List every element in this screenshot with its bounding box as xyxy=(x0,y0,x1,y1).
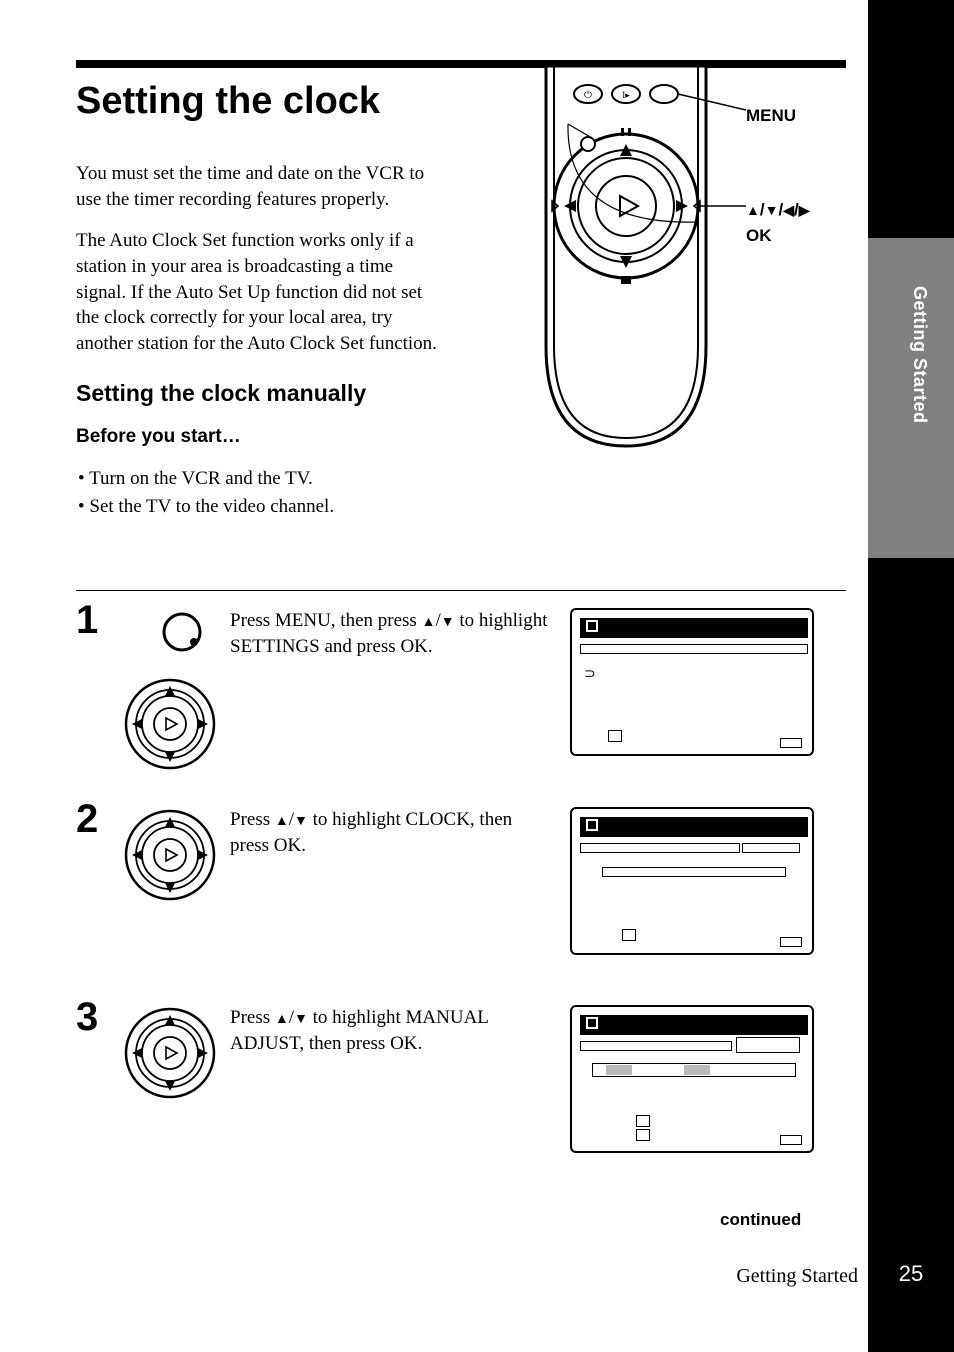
steps-divider xyxy=(76,590,846,591)
step-text-fragment: Press MENU, then press xyxy=(230,610,422,631)
before-you-start-list: Turn on the VCR and the TV. Set the TV t… xyxy=(78,465,446,520)
arrow-down-icon xyxy=(294,1007,308,1028)
remote-label-arrows: /// xyxy=(746,200,809,220)
remote-svg: ⏻ I▸ xyxy=(516,66,746,456)
arrow-right-icon xyxy=(799,200,810,219)
intro-paragraph-2: The Auto Clock Set function works only i… xyxy=(76,228,446,356)
intro-paragraph-1: You must set the time and date on the VC… xyxy=(76,161,446,212)
step-row: 2 Press / to highlight CLOCK, then press… xyxy=(76,799,846,979)
remote-diagram: ⏻ I▸ xyxy=(516,66,916,461)
step-instruction: Press MENU, then press / to highlight SE… xyxy=(230,600,570,659)
arrow-left-icon xyxy=(783,200,794,219)
step-screen-thumbnail: ⊃ xyxy=(570,600,816,756)
list-item: Turn on the VCR and the TV. xyxy=(78,465,446,493)
step-row: 3 Press / to highlight MANUAL ADJUST, th… xyxy=(76,997,846,1177)
step-screen-thumbnail xyxy=(570,997,816,1153)
step-text-fragment: Press xyxy=(230,809,275,830)
step-remote-icon xyxy=(120,799,230,910)
step-instruction: Press / to highlight MANUAL ADJUST, then… xyxy=(230,997,570,1056)
step-remote-icon xyxy=(120,997,230,1108)
page-number: 25 xyxy=(868,1254,954,1294)
arrow-down-icon xyxy=(294,809,308,830)
step-text-fragment: Press xyxy=(230,1007,275,1028)
step-number: 2 xyxy=(76,799,120,839)
svg-text:I▸: I▸ xyxy=(622,90,630,100)
svg-text:⏻: ⏻ xyxy=(584,90,592,101)
step-instruction: Press / to highlight CLOCK, then press O… xyxy=(230,799,570,858)
remote-label-menu: MENU xyxy=(746,106,796,126)
continued-label: continued xyxy=(720,1210,801,1230)
step-row: 1 Press MENU, then press / to xyxy=(76,600,846,781)
step-number: 3 xyxy=(76,997,120,1037)
step-screen-thumbnail xyxy=(570,799,816,955)
arrow-up-icon xyxy=(422,610,436,631)
before-you-start-heading: Before you start… xyxy=(76,424,446,450)
arrow-down-icon xyxy=(441,610,455,631)
list-item: Set the TV to the video channel. xyxy=(78,493,446,521)
remote-label-ok: OK xyxy=(746,226,772,246)
subheading-manual: Setting the clock manually xyxy=(76,378,446,409)
arrow-up-icon xyxy=(275,809,289,830)
step-number: 1 xyxy=(76,600,120,640)
arrow-up-icon xyxy=(275,1007,289,1028)
footer-section-label: Getting Started xyxy=(736,1265,858,1288)
arrow-down-icon xyxy=(765,200,779,219)
arrow-up-icon xyxy=(746,200,760,219)
step-remote-icon xyxy=(120,600,230,781)
